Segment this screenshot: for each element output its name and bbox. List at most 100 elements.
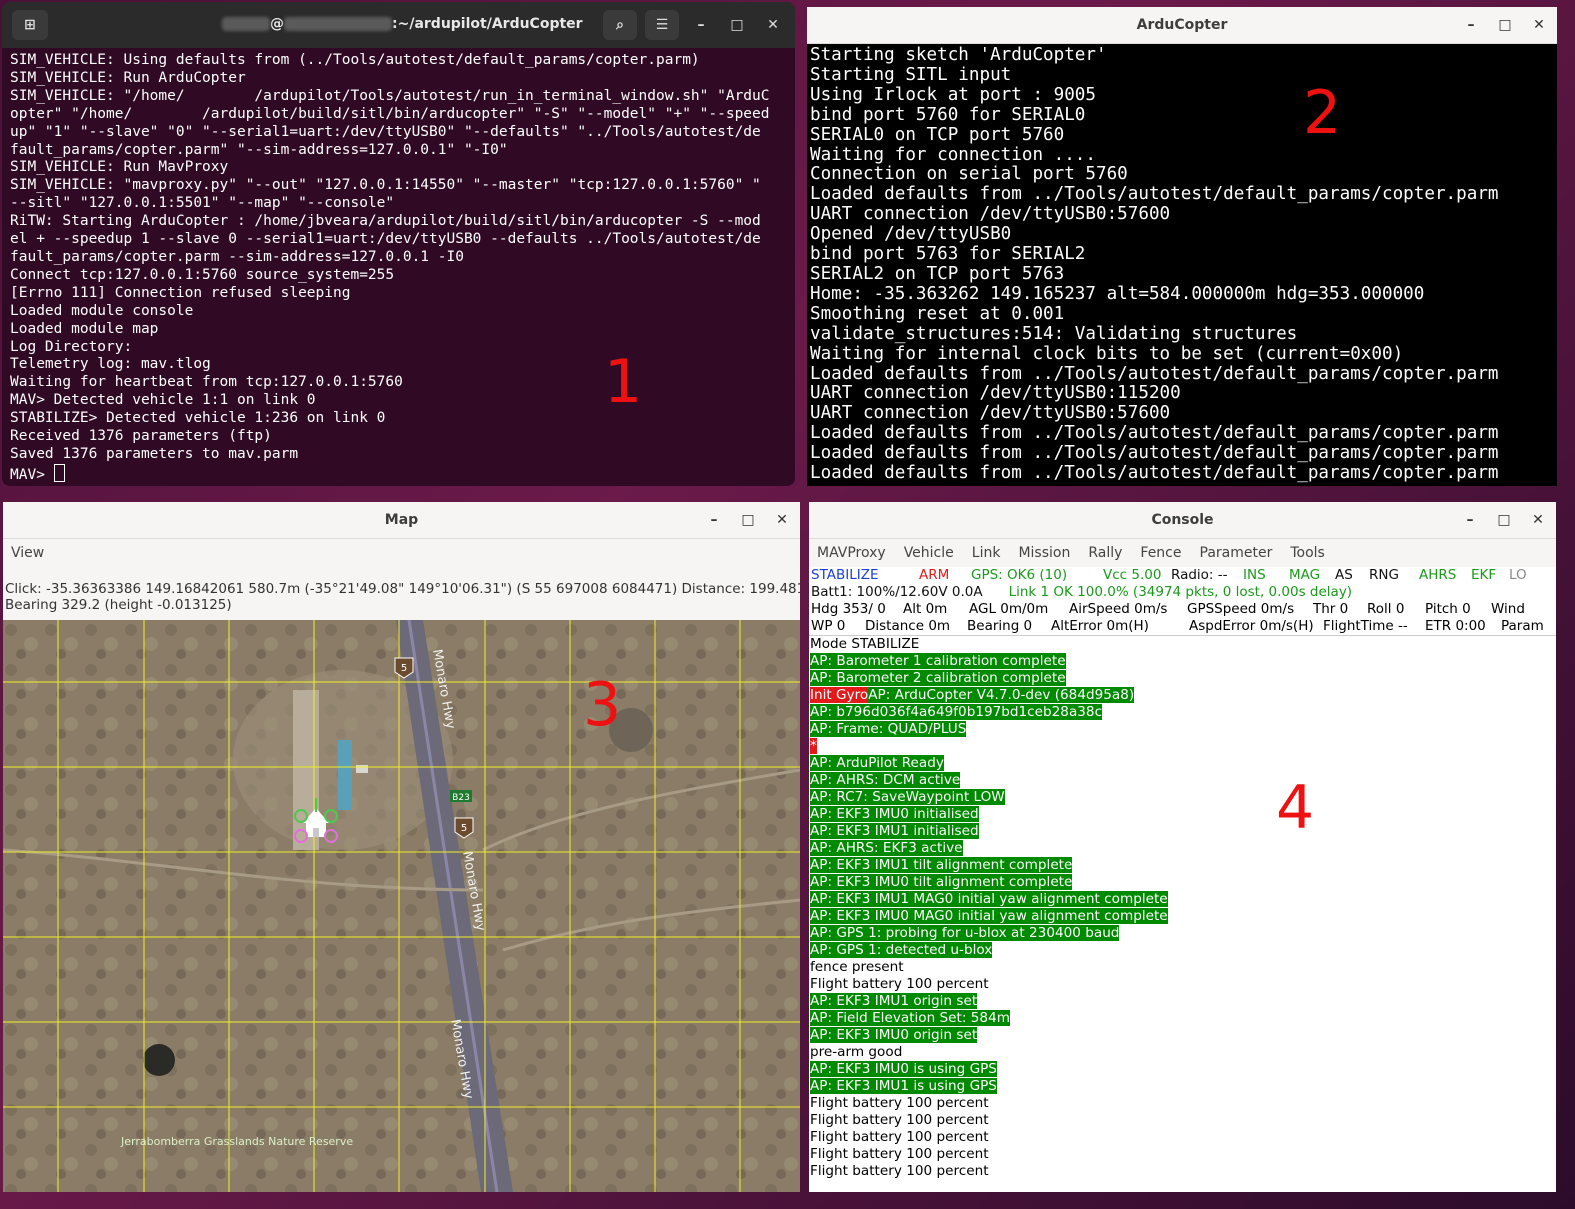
log-message-text: AP: GPS 1: probing for u-blox at 230400 … [810, 925, 1120, 941]
telemetry-field: Distance 0m [865, 618, 951, 634]
minimize-button[interactable]: – [687, 17, 715, 33]
minimize-button[interactable]: – [1460, 512, 1480, 528]
menu-mission[interactable]: Mission [1018, 545, 1070, 561]
maximize-button[interactable]: □ [723, 17, 751, 33]
log-message-text: AP: EKF3 IMU1 tilt alignment complete [810, 857, 1073, 873]
terminal-line: SIM_VEHICLE: Run ArduCopter [10, 69, 246, 86]
sitl-line: validate_structures:514: Validating stru… [810, 323, 1298, 344]
annotation-marker-4: 4 [1276, 773, 1315, 843]
status-row-battery: Batt1: 100%/12.60V 0.0A Link 1 OK 100.0% … [811, 584, 1554, 601]
maximize-button[interactable]: □ [1495, 17, 1515, 33]
log-message-text: AP: RC7: SaveWaypoint LOW [810, 789, 1005, 805]
close-button[interactable]: ✕ [772, 512, 792, 528]
sitl-line: UART connection /dev/ttyUSB0:115200 [810, 383, 1181, 404]
menu-vehicle[interactable]: Vehicle [904, 545, 954, 561]
maximize-button[interactable]: □ [738, 512, 758, 528]
menu-mavproxy[interactable]: MAVProxy [817, 545, 886, 561]
menu-rally[interactable]: Rally [1088, 545, 1122, 561]
telemetry-field: Pitch 0 [1425, 601, 1471, 617]
minimize-button[interactable]: – [704, 512, 724, 528]
building-roof [356, 765, 368, 773]
menu-parameter[interactable]: Parameter [1200, 545, 1273, 561]
status-indicator: AHRS [1419, 567, 1457, 583]
terminal-header: ⊞ @:~/ardupilot/ArduCopter ⌕ ☰ – □ ✕ [2, 2, 795, 48]
terminal-line: Loaded module console [10, 302, 194, 319]
log-message: AP: EKF3 IMU1 initialised [810, 823, 1555, 840]
svg-text:B23: B23 [452, 793, 470, 803]
log-message: Mode STABILIZE [810, 636, 920, 652]
console-message-log[interactable]: Mode STABILIZE AP: Barometer 1 calibratio… [809, 635, 1556, 1192]
close-button[interactable]: ✕ [759, 17, 787, 33]
status-indicator: RNG [1369, 567, 1399, 583]
telemetry-field: Bearing 0 [967, 618, 1033, 634]
sitl-line: Loaded defaults from ../Tools/autotest/d… [810, 423, 1499, 444]
log-message: Flight battery 100 percent [810, 1112, 989, 1128]
log-message: AP: AHRS: DCM active [810, 772, 1555, 789]
log-message-text: AP: EKF3 IMU0 is using GPS [810, 1061, 997, 1077]
sitl-line: Waiting for internal clock bits to be se… [810, 343, 1404, 364]
log-message: AP: EKF3 IMU0 initialised [810, 806, 1555, 823]
map-canvas[interactable]: Monaro Hwy Monaro Hwy Monaro Hwy 5 5 B23 [3, 620, 800, 1192]
minimize-button[interactable]: – [1461, 17, 1481, 33]
battery-status: Batt1: 100%/12.60V 0.0A [811, 584, 983, 600]
log-message-text: AP: ArduPilot Ready [810, 755, 944, 771]
terminal-line: Loaded module map [10, 320, 159, 337]
building-roof [338, 740, 352, 810]
redacted-hostname [284, 17, 392, 31]
annotation-marker-3: 3 [583, 670, 621, 740]
menu-view[interactable]: View [11, 545, 44, 561]
log-message: AP: Frame: QUAD/PLUS [810, 721, 1555, 738]
terminal-output[interactable]: SIM_VEHICLE: Using defaults from (../Too… [2, 48, 795, 486]
telemetry-field: AspdError 0m/s(H) [1189, 618, 1314, 634]
terminal-line: STABILIZE> Detected vehicle 1:236 on lin… [10, 410, 386, 427]
menu-tools[interactable]: Tools [1290, 545, 1325, 561]
place-label: Jerrabomberra Grasslands Nature Reserve [120, 1135, 353, 1148]
status-indicator: INS [1243, 567, 1266, 583]
map-click-info: Click: -35.36363386 149.16842061 580.7m … [3, 579, 800, 615]
maximize-button[interactable]: □ [1494, 512, 1514, 528]
log-message-text: AP: b796d036f4a649f0b197bd1ceb28a38c [810, 704, 1103, 720]
search-icon: ⌕ [616, 17, 624, 33]
log-message-text: AP: EKF3 IMU0 origin set [810, 1027, 978, 1043]
log-message-text: AP: EKF3 IMU1 origin set [810, 993, 978, 1009]
log-message: * [810, 738, 1555, 755]
log-message: AP: RC7: SaveWaypoint LOW [810, 789, 1555, 806]
telemetry-field: GPSSpeed 0m/s [1187, 601, 1295, 617]
sitl-output[interactable]: Starting sketch 'ArduCopter' Starting SIT… [807, 44, 1557, 484]
telemetry-field: Param [1501, 618, 1544, 634]
sitl-line: Starting SITL input [810, 64, 1012, 85]
console-titlebar: Console – □ ✕ [809, 502, 1556, 539]
svg-text:5: 5 [401, 663, 407, 674]
terminal-line: [Errno 111] Connection refused sleeping [10, 284, 351, 301]
hamburger-icon: ☰ [655, 17, 669, 33]
log-message-text: AP: EKF3 IMU0 tilt alignment complete [810, 874, 1073, 890]
log-message-text: AP: ArduCopter V4.7.0-dev (684d95a8) [868, 687, 1135, 703]
log-message: AP: ArduPilot Ready [810, 755, 1555, 772]
close-button[interactable]: ✕ [1529, 17, 1549, 33]
log-message-text: AP: Barometer 2 calibration complete [810, 670, 1066, 686]
map-menubar: View [3, 539, 800, 567]
menu-fence[interactable]: Fence [1140, 545, 1181, 561]
bearing-info: Bearing 329.2 (height -0.013125) [5, 597, 232, 613]
status-row-mode: STABILIZE ARM GPS: OK6 (10) Vcc 5.00 Radio: … [811, 567, 1554, 584]
terminal-line: MAV> [10, 466, 54, 483]
new-tab-button[interactable]: ⊞ [12, 10, 48, 40]
log-message-text: AP: Field Elevation Set: 584m [810, 1010, 1010, 1026]
log-message-text: AP: Frame: QUAD/PLUS [810, 721, 967, 737]
log-message: Flight battery 100 percent [810, 1146, 989, 1162]
menu-button[interactable]: ☰ [645, 10, 679, 40]
terminal-title: @:~/ardupilot/ArduCopter [222, 16, 583, 32]
svg-text:5: 5 [461, 823, 467, 834]
close-button[interactable]: ✕ [1528, 512, 1548, 528]
sitl-line: bind port 5760 for SERIAL0 [810, 104, 1086, 125]
click-coordinates: Click: -35.36363386 149.16842061 580.7m … [5, 581, 800, 597]
sitl-line: Smoothing reset at 0.001 [810, 303, 1065, 324]
terminal-line: opter" "/home/ /ardupilot/build/sitl/bin… [10, 105, 770, 122]
sitl-line: Home: -35.363262 149.165237 alt=584.0000… [810, 283, 1425, 304]
status-row-attitude: Hdg 353/ 0 Alt 0m AGL 0m/0m AirSpeed 0m/s GP… [811, 601, 1554, 618]
log-message: AP: GPS 1: detected u-blox [810, 942, 1555, 959]
sitl-line: Loaded defaults from ../Tools/autotest/d… [810, 443, 1499, 464]
search-button[interactable]: ⌕ [603, 10, 637, 40]
sitl-line: Using Irlock at port : 9005 [810, 84, 1096, 105]
menu-link[interactable]: Link [972, 545, 1001, 561]
